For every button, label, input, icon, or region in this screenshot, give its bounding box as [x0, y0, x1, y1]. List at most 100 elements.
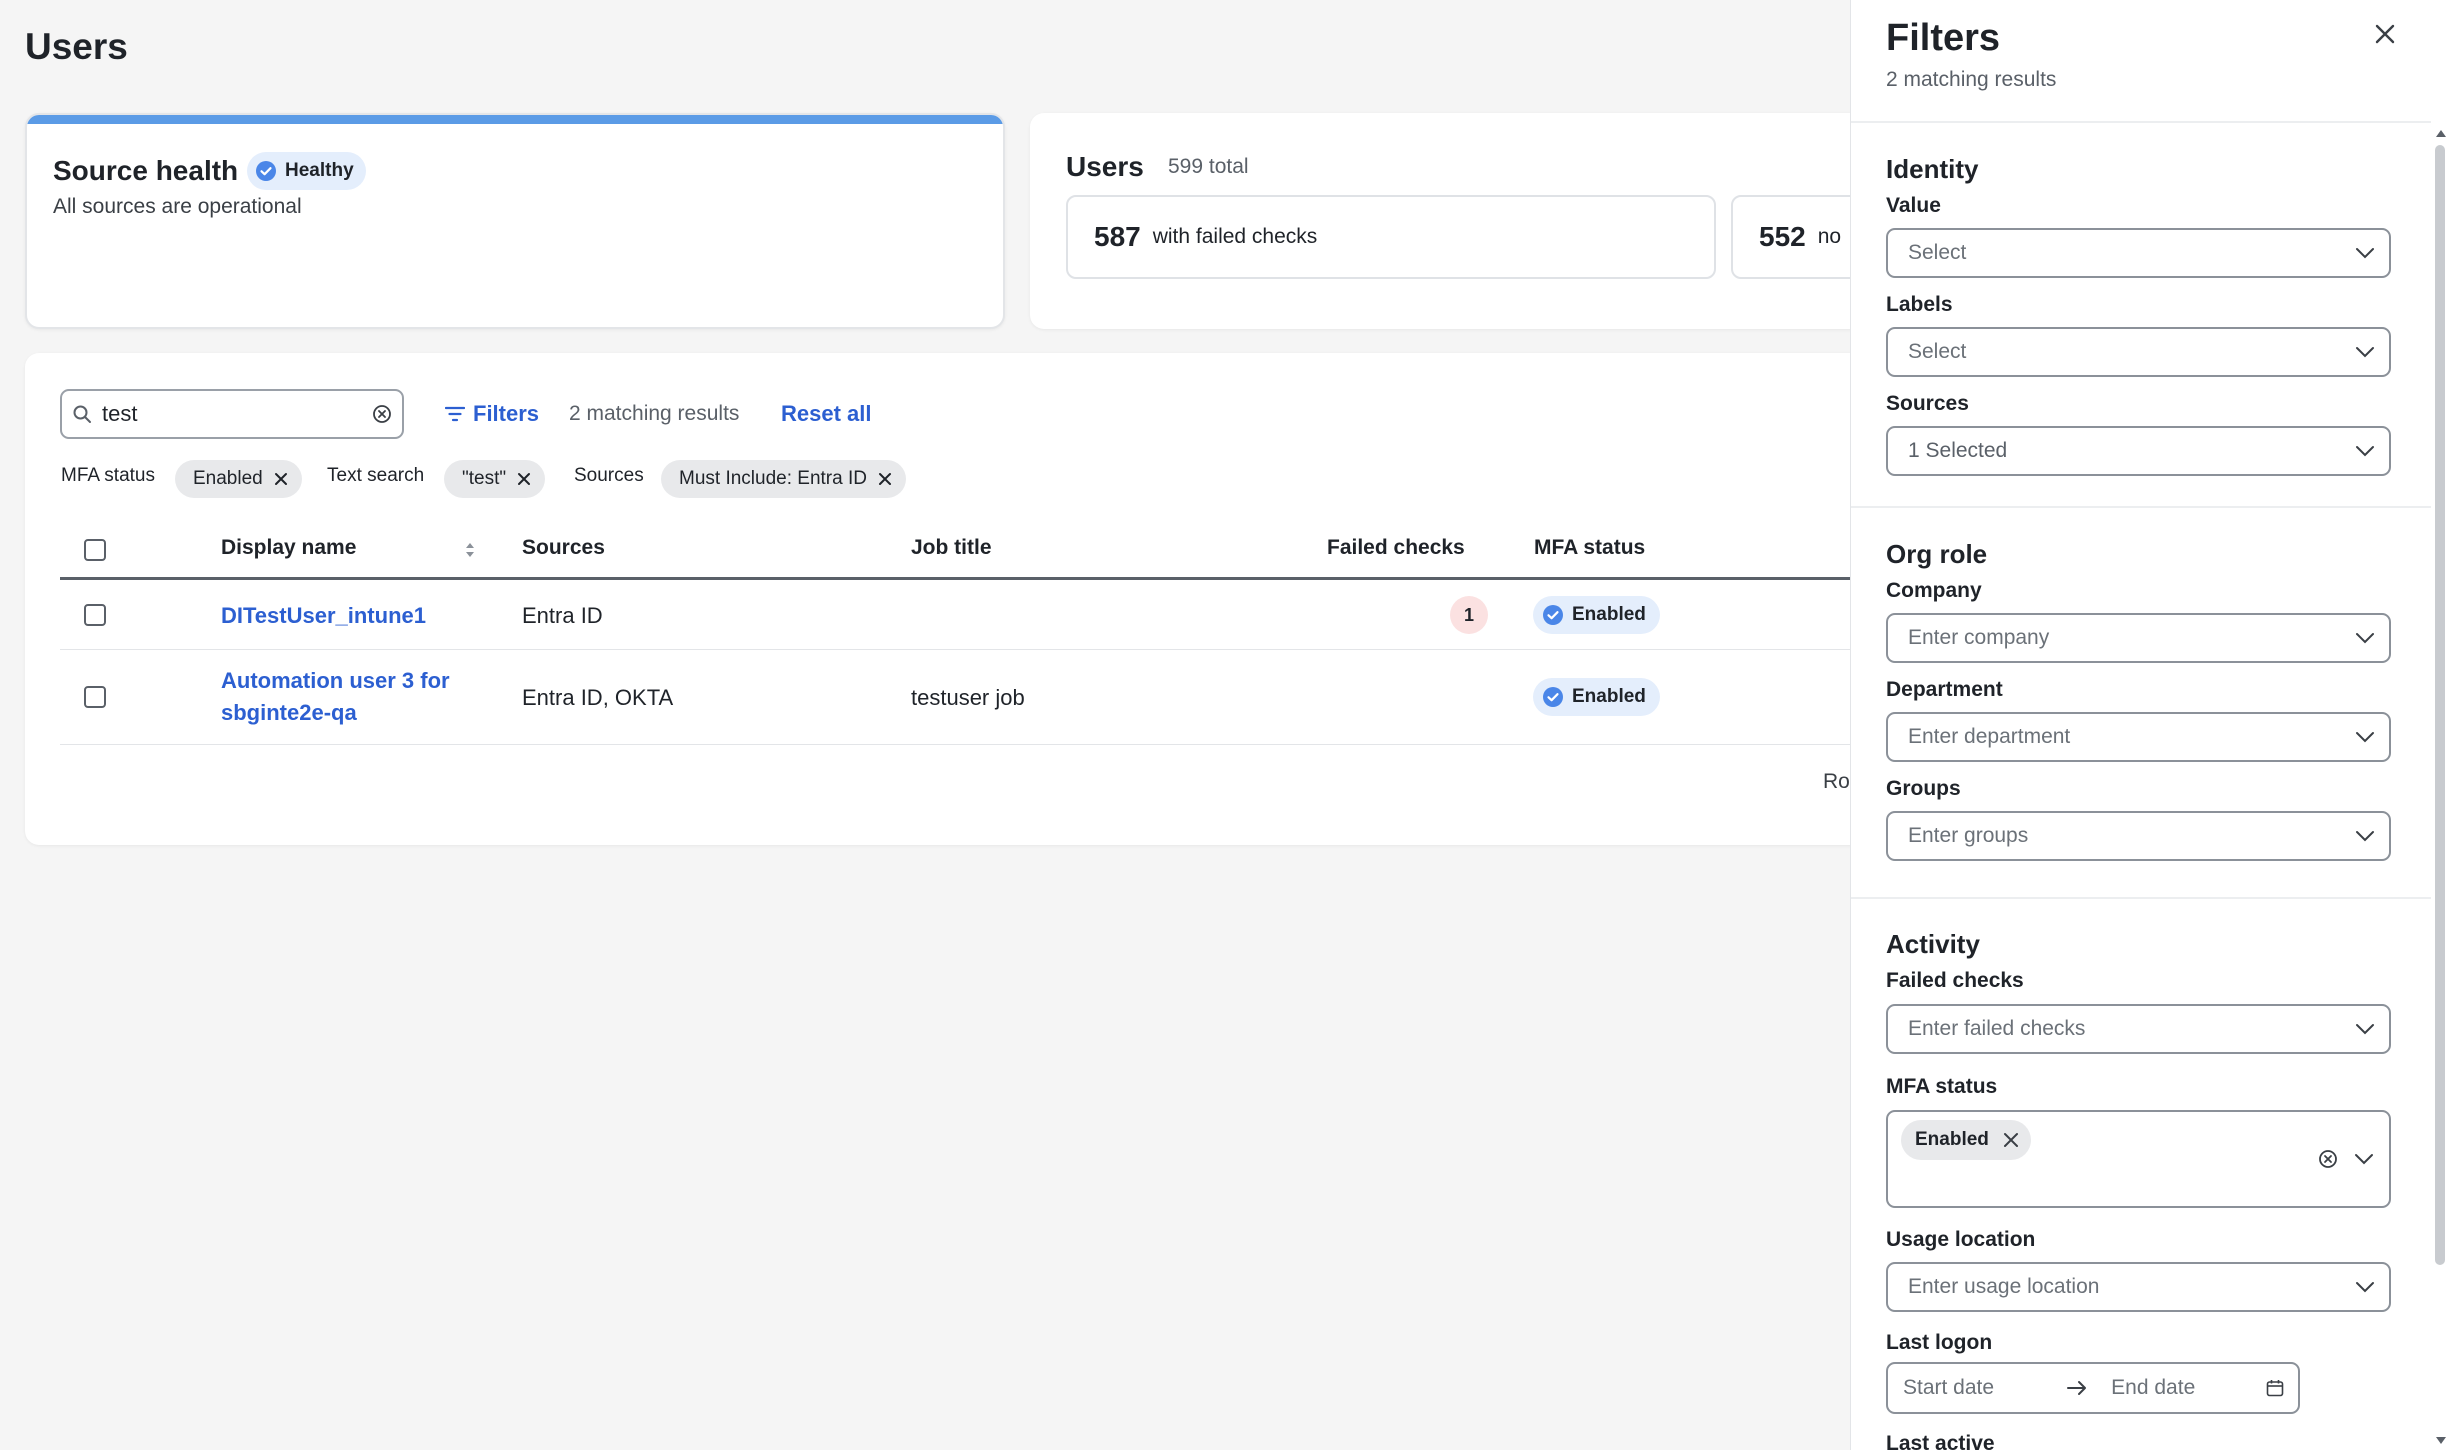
select-all-checkbox[interactable]: [84, 539, 106, 561]
sources-cell: Entra ID: [522, 603, 603, 628]
health-status-badge: Healthy: [247, 152, 366, 190]
close-icon[interactable]: [516, 471, 532, 487]
last-logon-date-range[interactable]: Start date End date: [1886, 1362, 2300, 1414]
column-header-mfa-status[interactable]: MFA status: [1534, 536, 1645, 560]
field-label-last-logon: Last logon: [1886, 1331, 1993, 1354]
department-placeholder: Enter department: [1908, 725, 2071, 748]
sort-icon[interactable]: [464, 540, 476, 560]
close-icon[interactable]: [2373, 22, 2397, 46]
scroll-down-arrow-icon[interactable]: [2435, 1436, 2447, 1446]
sources-value: 1 Selected: [1908, 439, 2008, 462]
chip-label: "test": [462, 468, 507, 489]
end-date-input[interactable]: End date: [2111, 1376, 2242, 1400]
chip-label: Enabled: [1915, 1129, 1989, 1150]
search-value[interactable]: test: [102, 401, 362, 427]
field-label-failed-checks: Failed checks: [1886, 969, 2024, 992]
reset-all-link[interactable]: Reset all: [781, 401, 872, 427]
row-checkbox[interactable]: [84, 604, 106, 626]
sources-select[interactable]: 1 Selected: [1886, 426, 2391, 476]
clear-search-icon[interactable]: [372, 404, 392, 424]
field-label-value: Value: [1886, 194, 1941, 217]
user-name-link[interactable]: Automation user 3 for sbginte2e-qa: [221, 665, 450, 729]
filter-chip-sources[interactable]: Must Include: Entra ID: [661, 460, 906, 498]
mfa-status-label: Enabled: [1572, 604, 1646, 625]
filters-button[interactable]: Filters: [445, 401, 539, 427]
matching-results: 2 matching results: [569, 402, 740, 425]
check-circle-icon: [1542, 686, 1564, 708]
check-circle-icon: [1542, 604, 1564, 626]
chevron-down-icon: [2355, 1281, 2375, 1293]
arrow-right-icon: [2067, 1380, 2087, 1396]
chevron-down-icon[interactable]: [2354, 1153, 2374, 1165]
calendar-icon[interactable]: [2266, 1379, 2284, 1397]
filters-panel-title: Filters: [1886, 17, 2001, 59]
chevron-down-icon: [2355, 1023, 2375, 1035]
labels-select[interactable]: Select: [1886, 327, 2391, 377]
failed-checks-badge[interactable]: 1: [1450, 596, 1488, 634]
users-total: 599 total: [1168, 155, 1249, 178]
field-label-groups: Groups: [1886, 777, 1961, 800]
filters-button-label: Filters: [473, 401, 540, 426]
chevron-down-icon: [2355, 731, 2375, 743]
filters-panel-subtitle: 2 matching results: [1886, 68, 2057, 91]
sources-cell: Entra ID, OKTA: [522, 685, 674, 710]
stat-value: 552: [1759, 221, 1806, 252]
user-name-link[interactable]: DITestUser_intune1: [221, 600, 426, 632]
users-summary-title: Users: [1066, 151, 1144, 182]
section-title-identity: Identity: [1886, 154, 1979, 184]
clear-selection-icon[interactable]: [2318, 1149, 2338, 1169]
column-header-job-title[interactable]: Job title: [911, 536, 992, 560]
field-label-mfa-status: MFA status: [1886, 1075, 1998, 1098]
mfa-status-badge: Enabled: [1533, 678, 1660, 716]
field-label-sources: Sources: [1886, 392, 1969, 415]
row-checkbox[interactable]: [84, 686, 106, 708]
panel-header-divider: [1851, 121, 2431, 123]
page-title: Users: [25, 26, 128, 67]
mfa-status-multiselect[interactable]: Enabled: [1886, 1110, 2391, 1208]
failed-checks-select[interactable]: Enter failed checks: [1886, 1004, 2391, 1054]
field-label-last-active: Last active: [1886, 1432, 1995, 1450]
mfa-status-badge: Enabled: [1533, 596, 1660, 634]
start-date-input[interactable]: Start date: [1903, 1376, 2043, 1400]
column-header-sources[interactable]: Sources: [522, 536, 605, 560]
column-header-display-name[interactable]: Display name: [221, 536, 356, 560]
search-icon: [72, 404, 92, 424]
close-icon[interactable]: [2003, 1132, 2019, 1148]
scrollbar-thumb[interactable]: [2435, 145, 2445, 1265]
mfa-selected-chip[interactable]: Enabled: [1901, 1120, 2031, 1160]
filter-icon: [445, 406, 465, 422]
row-divider: [60, 744, 1905, 745]
company-select[interactable]: Enter company: [1886, 613, 2391, 663]
source-health-title: Source health: [53, 155, 239, 186]
users-table-card: test Filters 2 matching results Reset al…: [25, 353, 1905, 845]
chevron-down-icon: [2355, 632, 2375, 644]
filter-chip-mfa[interactable]: Enabled: [175, 460, 302, 498]
filter-label-mfa: MFA status: [61, 465, 155, 486]
field-label-company: Company: [1886, 579, 1982, 602]
labels-placeholder: Select: [1908, 340, 1967, 363]
chip-label: Enabled: [193, 468, 263, 489]
close-icon[interactable]: [273, 471, 289, 487]
section-title-activity: Activity: [1886, 929, 1980, 959]
section-divider: [1851, 506, 2431, 508]
column-header-failed-checks[interactable]: Failed checks: [1327, 536, 1465, 560]
department-select[interactable]: Enter department: [1886, 712, 2391, 762]
chevron-down-icon: [2355, 247, 2375, 259]
chip-label: Must Include: Entra ID: [679, 468, 867, 489]
value-select[interactable]: Select: [1886, 228, 2391, 278]
row-divider: [60, 649, 1905, 650]
chevron-down-icon: [2355, 445, 2375, 457]
usage-location-select[interactable]: Enter usage location: [1886, 1262, 2391, 1312]
scroll-up-arrow-icon[interactable]: [2435, 128, 2447, 138]
close-icon[interactable]: [877, 471, 893, 487]
search-input[interactable]: test: [60, 389, 404, 439]
source-health-card: Source health Healthy All sources are op…: [25, 113, 1005, 329]
stat-failed-checks[interactable]: 587 with failed checks: [1066, 195, 1716, 279]
field-label-department: Department: [1886, 678, 2003, 701]
rows-per-page-label: Ro: [1823, 770, 1850, 793]
groups-select[interactable]: Enter groups: [1886, 811, 2391, 861]
filter-chip-text[interactable]: "test": [444, 460, 546, 498]
value-placeholder: Select: [1908, 241, 1967, 264]
header-divider: [60, 577, 1905, 580]
field-label-usage-location: Usage location: [1886, 1228, 2036, 1251]
